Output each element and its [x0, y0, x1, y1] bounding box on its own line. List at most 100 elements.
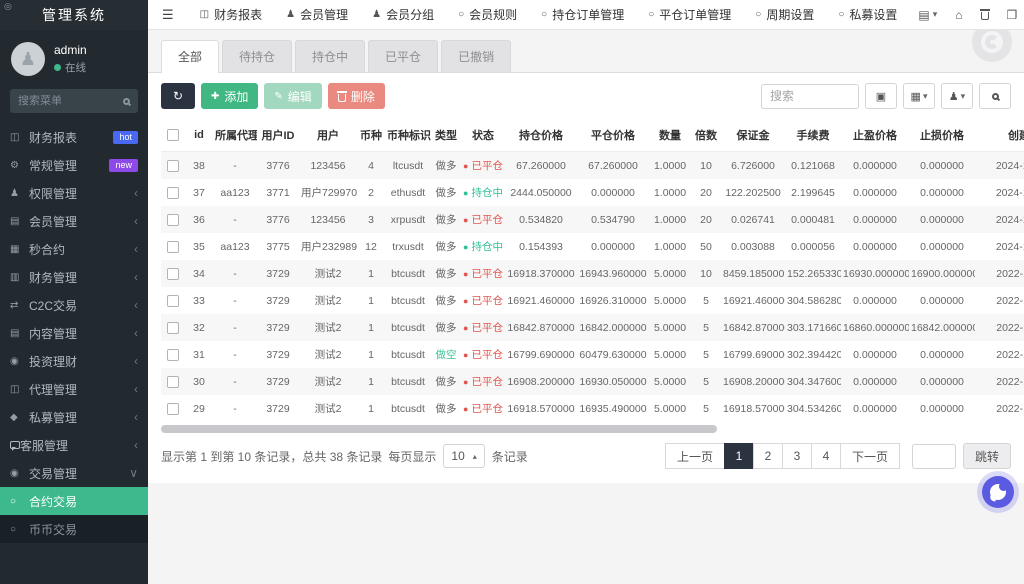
- nav-item-会员管理[interactable]: ♟ 会员管理: [274, 0, 360, 30]
- jump-button[interactable]: 跳转: [962, 443, 1011, 469]
- sidebar-item-会员管理[interactable]: ▤ 会员管理 ‹: [0, 207, 148, 235]
- cell-类型: 做多: [431, 260, 461, 287]
- tab-已撤销[interactable]: 已撤销: [441, 40, 512, 72]
- select-all-checkbox[interactable]: [167, 129, 179, 142]
- row-checkbox[interactable]: [167, 186, 179, 199]
- page-button-4[interactable]: 4: [810, 443, 841, 469]
- cell-所属代理: -: [233, 213, 237, 226]
- table-row[interactable]: 31 - 3729 测试2 1 btcusdt 做空 ● 已平仓 16799.690000 6047…: [161, 341, 1024, 368]
- cell-持仓价格: 16921.460000: [507, 294, 575, 307]
- sidebar-item-秒合约[interactable]: ▦ 秒合约 ‹: [0, 235, 148, 263]
- nav-item-周期设置[interactable]: ○ 周期设置: [743, 0, 826, 30]
- sidebar-item-label: 权限管理: [29, 186, 78, 201]
- tab-全部[interactable]: 全部: [161, 40, 220, 73]
- sidebar-subitem-合约交易[interactable]: ○ 合约交易: [0, 487, 148, 515]
- cell-手续费: 152.265330: [787, 267, 841, 280]
- type-label: 做多: [435, 403, 457, 415]
- sidebar-item-交易管理[interactable]: ◉ 交易管理 ∨: [0, 459, 148, 487]
- delete-button[interactable]: 删除: [327, 83, 385, 109]
- table-row[interactable]: 29 - 3729 测试2 1 btcusdt 做多 ● 已平仓 16918.570000 1693…: [161, 395, 1024, 422]
- sidebar-item-常规管理[interactable]: ⚙ 常规管理 new: [0, 151, 148, 179]
- table-row[interactable]: 33 - 3729 测试2 1 btcusdt 做多 ● 已平仓 16921.460000 1692…: [161, 287, 1024, 314]
- scrollbar-thumb[interactable]: [161, 425, 717, 433]
- sidebar-item-权限管理[interactable]: ♟ 权限管理 ‹: [0, 179, 148, 207]
- row-checkbox[interactable]: [167, 348, 179, 361]
- tabs-bar: 全部 待持仓 持仓中 已平仓 已撤销: [148, 30, 1024, 73]
- cell-止损价格: 0.000000: [920, 186, 964, 199]
- sidebar-item-label: 财务报表: [29, 130, 78, 145]
- chat-fab-button[interactable]: [982, 476, 1014, 508]
- next-page-button[interactable]: 下一页: [839, 443, 900, 469]
- page-size-select[interactable]: 10 ▴: [443, 444, 485, 468]
- search-icon[interactable]: [123, 97, 130, 105]
- export-button[interactable]: ♟ ▾: [941, 83, 973, 109]
- row-select-cell: [161, 287, 185, 314]
- cell-数量: 5.0000: [653, 321, 687, 334]
- topbar-tool-trash-icon[interactable]: [972, 0, 998, 30]
- nav-item-平仓订单管理[interactable]: ○ 平仓订单管理: [636, 0, 743, 30]
- sidebar-item-label: 会员管理: [29, 214, 78, 229]
- cell-所属代理: -: [233, 159, 237, 172]
- refresh-button[interactable]: ↻: [161, 83, 195, 109]
- cell-类型: 做多: [431, 314, 461, 341]
- sidebar-item-内容管理[interactable]: ▤ 内容管理 ‹: [0, 319, 148, 347]
- row-select-cell: [161, 368, 185, 395]
- table-row[interactable]: 35 aa123 3775 用户2329893 12 trxusdt 做多 ● 持仓中 0.154…: [161, 233, 1024, 260]
- sidebar-item-C2C交易[interactable]: ⇄ C2C交易 ‹: [0, 291, 148, 319]
- sidebar-item-财务管理[interactable]: ▥ 财务管理 ‹: [0, 263, 148, 291]
- sidebar-item-客服管理[interactable]: 客服管理 ‹: [0, 431, 148, 459]
- sidebar-item-投资理财[interactable]: ◉ 投资理财 ‹: [0, 347, 148, 375]
- prev-page-button[interactable]: 上一页: [664, 443, 725, 469]
- row-checkbox[interactable]: [167, 321, 179, 334]
- cell-币种标识: btcusdt: [391, 348, 425, 361]
- status-dot-icon: ●: [463, 377, 469, 387]
- row-checkbox[interactable]: [167, 267, 179, 280]
- table-search-input[interactable]: [761, 83, 859, 109]
- sidebar: ♟ admin 在线 ◫财务报表hot⚙常规管理new♟权限管理‹▤会员管理‹▦…: [0, 30, 148, 584]
- cell-止损价格: 0.000000: [920, 402, 964, 415]
- sidebar-item-财务报表[interactable]: ◫ 财务报表 hot: [0, 123, 148, 151]
- sidebar-search-input[interactable]: [18, 95, 123, 107]
- chevron-left-icon: ‹: [134, 270, 138, 284]
- cell-倍数: 50: [700, 240, 712, 253]
- pagination-toggle-button[interactable]: ▣: [865, 83, 897, 109]
- topbar-tool-list-icon[interactable]: ▤ ▾: [909, 0, 946, 30]
- page-button-3[interactable]: 3: [781, 443, 812, 469]
- row-checkbox[interactable]: [167, 375, 179, 388]
- nav-item-会员规则[interactable]: ○ 会员规则: [446, 0, 529, 30]
- nav-item-财务报表[interactable]: ◫ 财务报表: [188, 0, 274, 30]
- row-checkbox[interactable]: [167, 159, 179, 172]
- hamburger-menu-icon[interactable]: ☰: [148, 7, 188, 23]
- add-button[interactable]: ✚ 添加: [201, 83, 259, 109]
- page-button-1[interactable]: 1: [723, 443, 754, 469]
- columns-button[interactable]: ▦ ▾: [903, 83, 935, 109]
- table-row[interactable]: 34 - 3729 测试2 1 btcusdt 做多 ● 已平仓 16918.370000 1694…: [161, 260, 1024, 287]
- cell-保证金: 16908.200000: [723, 375, 785, 388]
- cell-手续费: 2.199645: [791, 186, 835, 199]
- table-row[interactable]: 36 - 3776 123456 3 xrpusdt 做多 ● 已平仓 0.534820 0.534…: [161, 206, 1024, 233]
- nav-item-私募设置[interactable]: ○ 私募设置: [826, 0, 909, 30]
- row-checkbox[interactable]: [167, 240, 179, 253]
- table-row[interactable]: 38 - 3776 123456 4 ltcusdt 做多 ● 已平仓 67.260000 67.2…: [161, 151, 1024, 179]
- nav-item-会员分组[interactable]: ♟ 会员分组: [360, 0, 446, 30]
- tab-已平仓[interactable]: 已平仓: [368, 40, 439, 72]
- table-row[interactable]: 30 - 3729 测试2 1 btcusdt 做多 ● 已平仓 16908.200000 1693…: [161, 368, 1024, 395]
- topbar-tool-home-icon[interactable]: ⌂: [946, 0, 971, 30]
- jump-page-input[interactable]: [911, 443, 956, 469]
- edit-button[interactable]: ✎ 编辑: [264, 83, 322, 109]
- chat-icon: [10, 441, 20, 451]
- row-checkbox[interactable]: [167, 294, 179, 307]
- sidebar-item-私募管理[interactable]: ◆ 私募管理 ‹: [0, 403, 148, 431]
- table-row[interactable]: 32 - 3729 测试2 1 btcusdt 做多 ● 已平仓 16842.870000 1684…: [161, 314, 1024, 341]
- tab-待持仓[interactable]: 待持仓: [222, 40, 293, 72]
- row-checkbox[interactable]: [167, 402, 179, 415]
- sidebar-item-代理管理[interactable]: ◫ 代理管理 ‹: [0, 375, 148, 403]
- topbar-tool-copy-icon[interactable]: ❐: [998, 0, 1024, 30]
- page-button-2[interactable]: 2: [752, 443, 783, 469]
- sidebar-subitem-币币交易[interactable]: ○ 币币交易: [0, 515, 148, 543]
- nav-item-持仓订单管理[interactable]: ○ 持仓订单管理: [529, 0, 636, 30]
- search-button[interactable]: [979, 83, 1011, 109]
- table-row[interactable]: 37 aa123 3771 用户7299703 2 ethusdt 做多 ● 持仓中 2444.0…: [161, 179, 1024, 206]
- row-checkbox[interactable]: [167, 213, 179, 226]
- tab-持仓中[interactable]: 持仓中: [295, 40, 366, 72]
